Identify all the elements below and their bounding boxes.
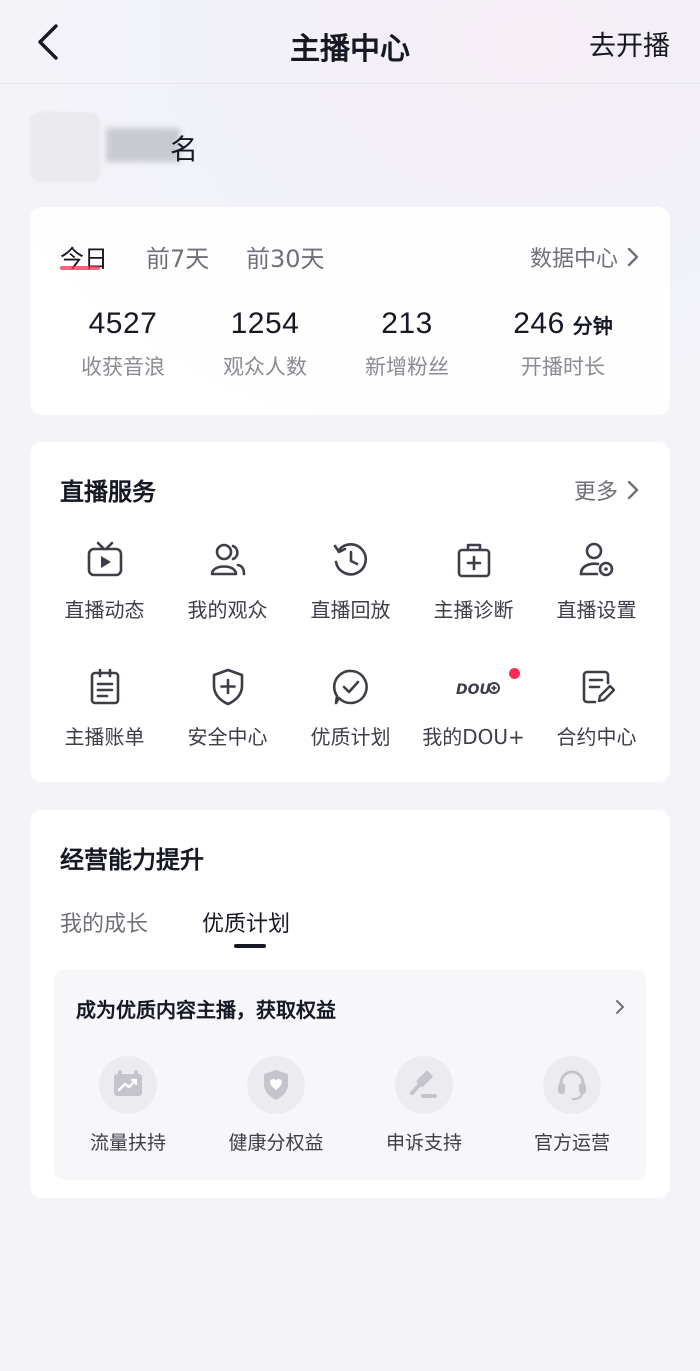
service-quality-plan[interactable]: 优质计划 <box>289 667 412 750</box>
service-my-audience[interactable]: 我的观众 <box>166 540 289 623</box>
medkit-icon <box>454 540 494 580</box>
stat-value: 4527 <box>88 307 158 340</box>
growth-card: 经营能力提升 我的成长 优质计划 成为优质内容主播，获取权益 流量扶持 健康分权… <box>30 810 670 1198</box>
section-title: 直播服务 <box>60 478 156 506</box>
heart-shield-icon <box>247 1056 305 1114</box>
stat-item[interactable]: 246 分钟 开播时长 <box>483 307 643 381</box>
benefit-label: 流量扶持 <box>89 1132 166 1154</box>
more-link[interactable]: 更多 <box>574 474 640 506</box>
service-security-center[interactable]: 安全中心 <box>166 667 289 750</box>
users-icon <box>208 540 248 580</box>
tab-30days[interactable]: 前30天 <box>246 239 325 274</box>
service-anchor-bill[interactable]: 主播账单 <box>43 667 166 750</box>
benefit-label: 申诉支持 <box>385 1132 462 1154</box>
tv-icon <box>85 540 125 580</box>
overview-card: 今日 前7天 前30天 数据中心 4527 收获音浪 1254 观众人数 213… <box>30 207 670 415</box>
chevron-right-icon <box>627 247 639 267</box>
chevron-right-icon[interactable] <box>614 998 626 1016</box>
tab-7days[interactable]: 前7天 <box>146 239 209 274</box>
data-center-label: 数据中心 <box>529 247 618 272</box>
benefit-traffic-support[interactable]: 流量扶持 <box>54 1056 202 1155</box>
service-label: 直播动态 <box>64 598 145 622</box>
service-label: 我的观众 <box>187 598 268 622</box>
service-label: 主播诊断 <box>433 598 514 622</box>
stat-label: 收获音浪 <box>81 355 165 379</box>
service-diagnosis[interactable]: 主播诊断 <box>412 540 535 623</box>
more-label: 更多 <box>573 480 618 505</box>
active-tab-indicator <box>234 944 266 948</box>
service-label: 优质计划 <box>310 725 391 749</box>
tab-quality-plan[interactable]: 优质计划 <box>202 906 290 938</box>
stat-label: 开播时长 <box>521 355 605 379</box>
tab-my-growth[interactable]: 我的成长 <box>60 906 148 938</box>
username: 名 <box>106 124 198 166</box>
headset-icon <box>543 1056 601 1114</box>
contract-edit-icon <box>577 667 617 707</box>
service-contract-center[interactable]: 合约中心 <box>535 667 658 750</box>
section-title: 经营能力提升 <box>60 846 204 874</box>
stat-value: 246 <box>513 307 565 340</box>
benefit-health-score[interactable]: 健康分权益 <box>202 1056 350 1155</box>
stat-label: 观众人数 <box>223 355 307 379</box>
stat-label: 新增粉丝 <box>365 355 449 379</box>
quality-plan-banner[interactable]: 成为优质内容主播，获取权益 <box>76 994 336 1023</box>
stat-value: 213 <box>381 307 433 340</box>
traffic-chart-icon <box>99 1056 157 1114</box>
shield-plus-icon <box>208 667 248 707</box>
dou-logo-icon: DOU <box>434 667 520 707</box>
username-blurred <box>106 128 180 162</box>
benefit-official-operation[interactable]: 官方运营 <box>498 1056 646 1155</box>
service-label: 安全中心 <box>187 725 268 749</box>
benefit-appeal-support[interactable]: 申诉支持 <box>350 1056 498 1155</box>
gavel-icon <box>395 1056 453 1114</box>
stat-item[interactable]: 213 新增粉丝 <box>327 307 487 381</box>
active-tab-indicator <box>60 266 100 270</box>
clipboard-icon <box>85 667 125 707</box>
service-my-dou-plus[interactable]: DOU 我的DOU+ <box>412 667 535 750</box>
stat-item[interactable]: 4527 收获音浪 <box>43 307 203 381</box>
quality-plan-panel: 成为优质内容主播，获取权益 流量扶持 健康分权益 申诉支持 官方运营 <box>54 970 646 1180</box>
username-suffix: 名 <box>170 133 199 166</box>
service-label: 我的DOU+ <box>422 725 525 749</box>
dou-logo-text: DOU <box>456 682 492 698</box>
start-live-button[interactable]: 去开播 <box>589 24 670 63</box>
history-icon <box>331 540 371 580</box>
check-chat-icon <box>331 667 371 707</box>
service-label: 直播设置 <box>556 598 637 622</box>
stat-value: 1254 <box>230 307 300 340</box>
chevron-right-icon <box>627 480 639 500</box>
benefit-label: 官方运营 <box>533 1132 610 1154</box>
avatar[interactable] <box>30 112 100 182</box>
service-live-feed[interactable]: 直播动态 <box>43 540 166 623</box>
notification-dot <box>508 668 520 679</box>
service-label: 主播账单 <box>64 725 145 749</box>
service-live-replay[interactable]: 直播回放 <box>289 540 412 623</box>
stat-item[interactable]: 1254 观众人数 <box>185 307 345 381</box>
service-label: 直播回放 <box>310 598 391 622</box>
user-settings-icon <box>577 540 617 580</box>
live-services-card: 直播服务 更多 直播动态 我的观众 直播回放 主播诊断 直播设置 主播账单 安全… <box>30 442 670 782</box>
service-label: 合约中心 <box>556 725 637 749</box>
data-center-link[interactable]: 数据中心 <box>530 241 640 273</box>
benefit-label: 健康分权益 <box>228 1132 324 1154</box>
stats-row: 4527 收获音浪 1254 观众人数 213 新增粉丝 246 分钟 开播时长 <box>30 307 670 397</box>
service-live-settings[interactable]: 直播设置 <box>535 540 658 623</box>
stat-unit: 分钟 <box>572 314 613 338</box>
nav-bar: 主播中心 去开播 <box>0 0 700 84</box>
